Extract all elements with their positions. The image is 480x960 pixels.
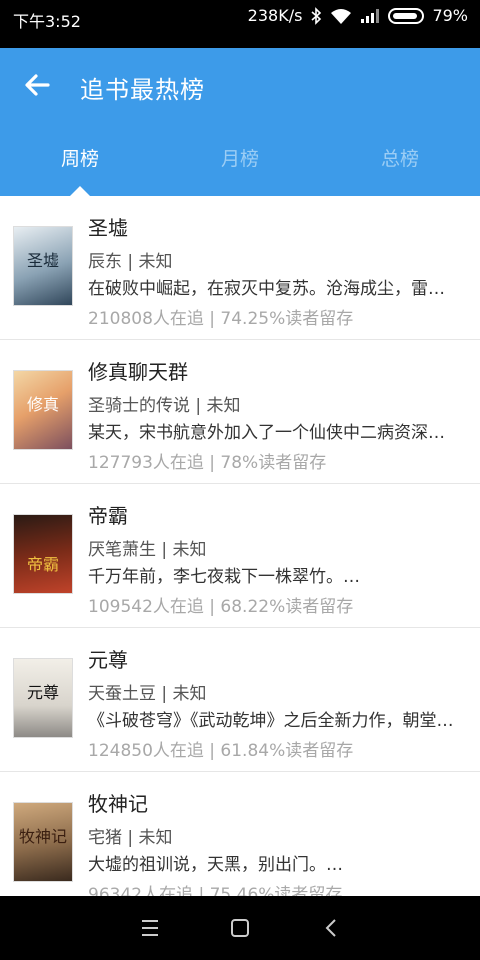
cover-title: 牧神记 xyxy=(18,827,67,846)
tab-indicator xyxy=(70,186,90,196)
menu-icon[interactable] xyxy=(134,912,166,944)
book-title: 修真聊天群 xyxy=(88,360,188,384)
back-arrow-icon[interactable] xyxy=(20,68,54,102)
book-author: 厌笔萧生 | 未知 xyxy=(88,540,207,560)
back-chevron-icon[interactable] xyxy=(316,912,348,944)
status-right: 238K/s 79% xyxy=(248,6,468,25)
signal-icon xyxy=(361,8,380,23)
book-stats: 210808人在追 | 74.25%读者留存 xyxy=(88,309,354,329)
tab-total[interactable]: 总榜 xyxy=(320,142,480,196)
book-cover: 帝霸 xyxy=(13,514,73,594)
tab-monthly[interactable]: 月榜 xyxy=(160,142,320,196)
book-stats: 127793人在追 | 78%读者留存 xyxy=(88,453,327,473)
book-description: 大墟的祖训说，天黑，别出门。… xyxy=(88,855,343,875)
book-cover: 牧神记 xyxy=(13,802,73,882)
book-description: 某天，宋书航意外加入了一个仙侠中二病资深患者的交流群… xyxy=(88,423,460,443)
book-description: 千万年前，李七夜栽下一株翠竹。… xyxy=(88,567,360,587)
status-bar: 下午3:52 238K/s 79% xyxy=(0,0,480,48)
battery-percent: 79% xyxy=(432,6,468,25)
page-title: 追书最热榜 xyxy=(80,76,205,104)
system-nav-bar xyxy=(0,896,480,960)
book-title: 元尊 xyxy=(88,648,128,672)
cover-title: 元尊 xyxy=(26,683,59,702)
home-square-icon[interactable] xyxy=(224,912,256,944)
book-title: 圣墟 xyxy=(88,216,128,240)
book-description: 在破败中崛起，在寂灭中复苏。沧海成尘，雷电枯竭，那一缕幽雾又一次临近大地… xyxy=(88,279,460,299)
status-time: 下午3:52 xyxy=(13,12,81,31)
book-author: 天蚕土豆 | 未知 xyxy=(88,684,207,704)
book-author: 圣骑士的传说 | 未知 xyxy=(88,396,241,416)
book-description: 《斗破苍穹》《武动乾坤》之后全新力作，朝堂风云… xyxy=(88,711,460,731)
book-item[interactable]: 圣墟 圣墟 辰东 | 未知 在破败中崛起，在寂灭中复苏。沧海成尘，雷电枯竭，那一… xyxy=(0,196,480,340)
book-item[interactable]: 牧神记 牧神记 宅猪 | 未知 大墟的祖训说，天黑，别出门。… 96342人在追… xyxy=(0,772,480,896)
book-stats: 96342人在追 | 75.46%读者留存 xyxy=(88,885,343,896)
book-author: 辰东 | 未知 xyxy=(88,252,173,272)
book-item[interactable]: 帝霸 帝霸 厌笔萧生 | 未知 千万年前，李七夜栽下一株翠竹。… 109542人… xyxy=(0,484,480,628)
cover-title: 圣墟 xyxy=(26,251,59,270)
app-header: 追书最热榜 周榜 月榜 总榜 xyxy=(0,48,480,196)
book-cover: 修真 xyxy=(13,370,73,450)
book-item[interactable]: 修真 修真聊天群 圣骑士的传说 | 未知 某天，宋书航意外加入了一个仙侠中二病资… xyxy=(0,340,480,484)
book-stats: 109542人在追 | 68.22%读者留存 xyxy=(88,597,354,617)
book-author: 宅猪 | 未知 xyxy=(88,828,173,848)
cover-title: 修真 xyxy=(26,395,59,414)
battery-icon xyxy=(388,7,425,24)
net-speed: 238K/s xyxy=(247,6,303,25)
book-item[interactable]: 元尊 元尊 天蚕土豆 | 未知 《斗破苍穹》《武动乾坤》之后全新力作，朝堂风云…… xyxy=(0,628,480,772)
book-title: 牧神记 xyxy=(88,792,148,816)
book-title: 帝霸 xyxy=(88,504,128,528)
book-cover: 圣墟 xyxy=(13,226,73,306)
book-stats: 124850人在追 | 61.84%读者留存 xyxy=(88,741,354,761)
cover-title: 帝霸 xyxy=(26,555,59,574)
wifi-icon xyxy=(331,8,352,24)
bluetooth-icon xyxy=(311,6,322,25)
book-cover: 元尊 xyxy=(13,658,73,738)
book-list[interactable]: 圣墟 圣墟 辰东 | 未知 在破败中崛起，在寂灭中复苏。沧海成尘，雷电枯竭，那一… xyxy=(0,196,480,896)
